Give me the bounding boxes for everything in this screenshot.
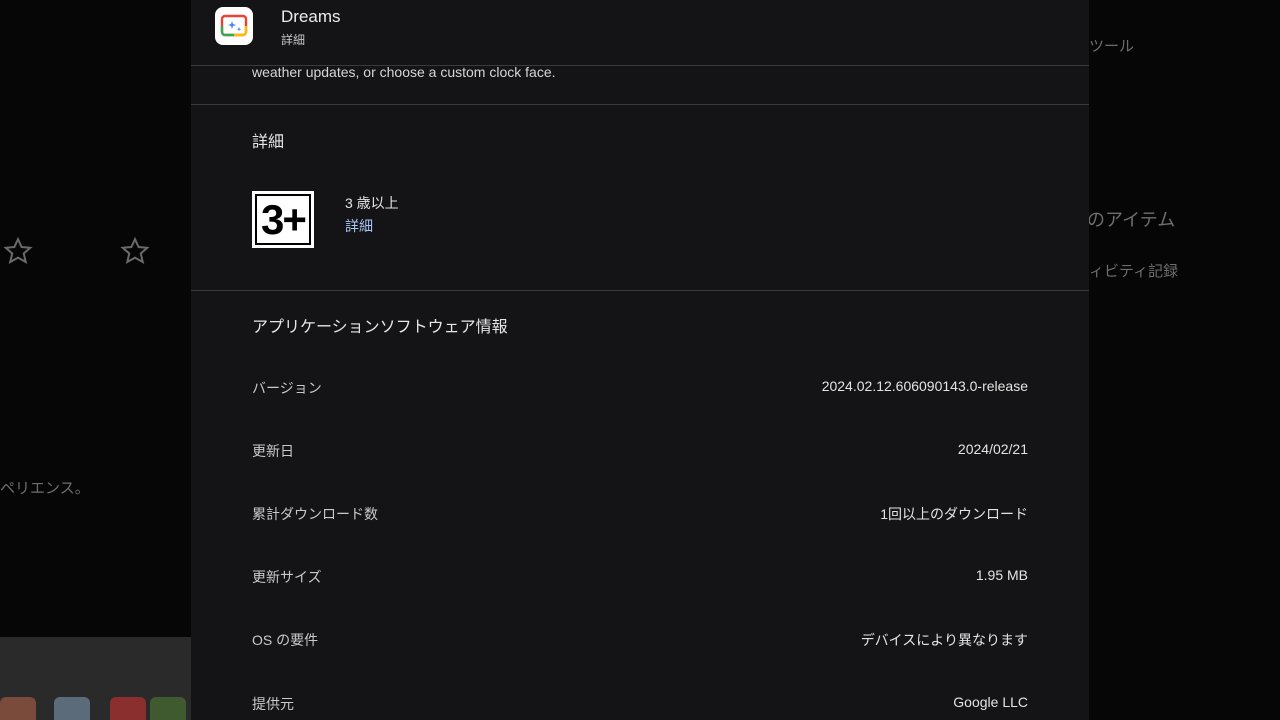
age-rating-badge-text: 3+ [255, 194, 311, 245]
age-rating-details-link[interactable]: 詳細 [345, 216, 373, 236]
info-row-version: バージョン 2024.02.12.606090143.0-release [252, 378, 1028, 402]
app-title: Dreams [281, 7, 341, 26]
thumbnail [110, 697, 146, 720]
dreams-app-icon [215, 7, 253, 45]
info-key: 提供元 [252, 696, 294, 712]
background-thumbnails [0, 637, 192, 720]
star-icon [3, 236, 33, 266]
description-text: weather updates, or choose a custom cloc… [252, 64, 556, 80]
age-rating-label: 3 歳以上 [345, 195, 399, 211]
info-row-updated: 更新日 2024/02/21 [252, 441, 1028, 465]
background-text: ペリエンス。 [0, 480, 90, 497]
details-section-title: 詳細 [252, 134, 285, 151]
info-value: 2024/02/21 [957, 441, 1028, 457]
age-rating-badge: 3+ [252, 191, 314, 248]
info-value: Google LLC [953, 694, 1028, 710]
thumbnail [150, 697, 186, 720]
background-text: ィビティ記録 [1089, 263, 1179, 280]
background-text: ツール [1089, 38, 1135, 55]
info-key: 累計ダウンロード数 [252, 506, 378, 522]
info-row-os-requirements: OS の要件 デバイスにより異なります [252, 630, 1028, 654]
thumbnail [54, 697, 90, 720]
divider [191, 290, 1089, 291]
background-text: のアイテム [1087, 210, 1176, 230]
app-details-dialog: Dreams 詳細 weather updates, or choose a c… [191, 0, 1089, 720]
header-subtitle: 詳細 [281, 33, 306, 47]
software-info-section-title: アプリケーションソフトウェア情報 [252, 319, 508, 336]
dialog-header: Dreams 詳細 [191, 0, 1089, 66]
thumbnail [0, 697, 36, 720]
info-row-downloads: 累計ダウンロード数 1回以上のダウンロード [252, 504, 1028, 528]
info-key: 更新サイズ [252, 569, 322, 585]
info-key: 更新日 [252, 443, 294, 459]
info-value: 1回以上のダウンロード [880, 506, 1028, 522]
info-key: OS の要件 [252, 632, 319, 648]
info-row-size: 更新サイズ 1.95 MB [252, 567, 1028, 591]
info-key: バージョン [252, 380, 322, 396]
star-icon [120, 236, 150, 266]
info-row-provider: 提供元 Google LLC [252, 694, 1028, 718]
info-value: デバイスにより異なります [860, 632, 1028, 648]
divider [191, 104, 1089, 105]
info-value: 1.95 MB [975, 567, 1028, 583]
info-value: 2024.02.12.606090143.0-release [821, 378, 1028, 394]
